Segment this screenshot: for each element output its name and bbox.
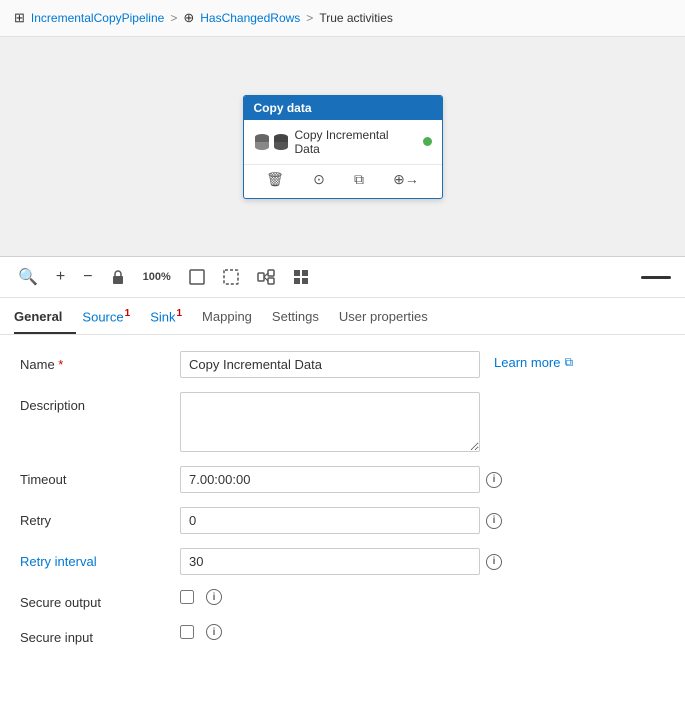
description-row: Description [20,392,665,452]
secure-output-info-icon[interactable]: i [206,589,222,605]
retry-label: Retry [20,507,180,528]
copy-button[interactable]: ⧉ [350,169,368,190]
timeout-input-group: i [180,466,665,493]
breadcrumb-sep2: > [306,11,313,25]
breadcrumb: ⊞ IncrementalCopyPipeline > ⊕ HasChanged… [0,0,685,37]
breadcrumb-section: True activities [319,11,393,25]
lock-icon [111,269,125,285]
name-input[interactable] [180,351,480,378]
tab-settings[interactable]: Settings [272,299,333,334]
zoom-label: 100% [143,271,171,283]
tab-general[interactable]: General [14,299,76,334]
auto-layout-icon [257,269,275,285]
activity-name: Copy Incremental Data [295,128,417,156]
property-tabs: General Source1 Sink1 Mapping Settings U… [0,298,685,335]
tab-source[interactable]: Source1 [82,298,144,334]
activity-card-header: Copy data [244,96,442,120]
add-activity-button[interactable]: ⊕→ [389,169,423,190]
general-form: Name Learn more ⧉ Description Timeout i … [0,335,685,675]
fit-window-button[interactable] [185,267,209,287]
dest-db-icon [273,133,289,151]
description-label: Description [20,392,180,413]
learn-more-link[interactable]: Learn more ⧉ [494,351,573,370]
activity-card-actions: 🗑 ⊙ ⧉ ⊕→ [244,164,442,198]
status-dot [423,137,432,146]
canvas-toolbar: 🔍 + − 100% [0,257,685,298]
breadcrumb-activity[interactable]: HasChangedRows [200,11,300,25]
timeout-row: Timeout i [20,466,665,493]
external-link-icon: ⧉ [564,355,573,370]
activity-icon: ⊕ [183,10,194,26]
tab-sink[interactable]: Sink1 [150,298,196,334]
fit-window-icon [189,269,205,285]
breadcrumb-pipeline[interactable]: IncrementalCopyPipeline [31,11,164,25]
select-button[interactable] [219,267,243,287]
source-db-icon [254,133,270,151]
secure-output-row: Secure output i [20,589,665,610]
retry-row: Retry i [20,507,665,534]
retry-interval-input-group: i [180,548,665,575]
pipeline-icon: ⊞ [14,10,25,26]
secure-input-info-icon[interactable]: i [206,624,222,640]
retry-input-group: i [180,507,665,534]
secure-output-group: i [180,589,222,605]
timeout-input[interactable] [180,466,480,493]
select-icon [223,269,239,285]
secure-input-row: Secure input i [20,624,665,645]
retry-interval-input[interactable] [180,548,480,575]
secure-output-checkbox[interactable] [180,590,194,604]
secure-output-label: Secure output [20,589,180,610]
zoom-out-button[interactable]: − [79,266,96,288]
retry-interval-info-icon[interactable]: i [486,554,502,570]
name-label: Name [20,351,180,372]
description-input[interactable] [180,392,480,452]
more-button[interactable] [289,267,313,287]
retry-interval-label: Retry interval [20,548,180,569]
timeout-info-icon[interactable]: i [486,472,502,488]
delete-button[interactable]: 🗑 [262,169,288,190]
pipeline-canvas[interactable]: Copy data Copy Incremental Data 🗑 ⊙ ⧉ [0,37,685,257]
grid-icon [293,269,309,285]
activity-card[interactable]: Copy data Copy Incremental Data 🗑 ⊙ ⧉ [243,95,443,199]
underline-indicator [641,276,671,279]
timeout-label: Timeout [20,466,180,487]
activity-card-body: Copy Incremental Data [244,120,442,160]
secure-input-label: Secure input [20,624,180,645]
clone-button[interactable]: ⊙ [309,169,329,190]
lock-button[interactable] [107,267,129,287]
name-row: Name Learn more ⧉ [20,351,665,378]
tab-mapping[interactable]: Mapping [202,299,266,334]
breadcrumb-sep1: > [170,11,177,25]
search-button[interactable]: 🔍 [14,265,42,289]
tab-user-properties[interactable]: User properties [339,299,442,334]
retry-info-icon[interactable]: i [486,513,502,529]
zoom-100-button[interactable]: 100% [139,269,175,285]
secure-input-checkbox[interactable] [180,625,194,639]
auto-layout-button[interactable] [253,267,279,287]
zoom-in-button[interactable]: + [52,266,69,288]
retry-input[interactable] [180,507,480,534]
secure-input-group: i [180,624,222,640]
copy-icons [254,133,289,151]
retry-interval-row: Retry interval i [20,548,665,575]
